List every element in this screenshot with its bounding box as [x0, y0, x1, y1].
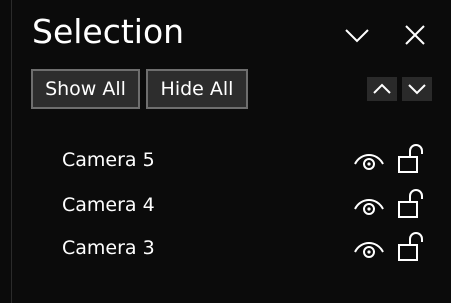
- close-icon[interactable]: [401, 22, 429, 48]
- send-backward-button[interactable]: [402, 77, 432, 101]
- selection-pane: Selection Show All Hide All Camera 5 Cam…: [0, 0, 451, 303]
- list-item[interactable]: Camera 3: [0, 226, 451, 270]
- pane-title: Selection: [32, 12, 185, 51]
- item-label: Camera 4: [62, 194, 155, 216]
- chevron-down-icon[interactable]: [343, 22, 371, 48]
- chevron-down-icon: [408, 84, 426, 95]
- hide-all-button[interactable]: Hide All: [146, 69, 248, 109]
- list-item[interactable]: Camera 4: [0, 183, 451, 227]
- show-all-button[interactable]: Show All: [31, 69, 140, 109]
- item-label: Camera 3: [62, 237, 155, 259]
- chevron-up-icon: [373, 83, 391, 94]
- unlock-icon[interactable]: [396, 231, 426, 263]
- eye-icon[interactable]: [353, 146, 385, 174]
- list-item[interactable]: Camera 5: [0, 138, 451, 182]
- bring-forward-button[interactable]: [367, 77, 397, 101]
- unlock-icon[interactable]: [396, 143, 426, 175]
- unlock-icon[interactable]: [396, 188, 426, 220]
- eye-icon[interactable]: [353, 191, 385, 219]
- eye-icon[interactable]: [353, 234, 385, 262]
- item-label: Camera 5: [62, 149, 155, 171]
